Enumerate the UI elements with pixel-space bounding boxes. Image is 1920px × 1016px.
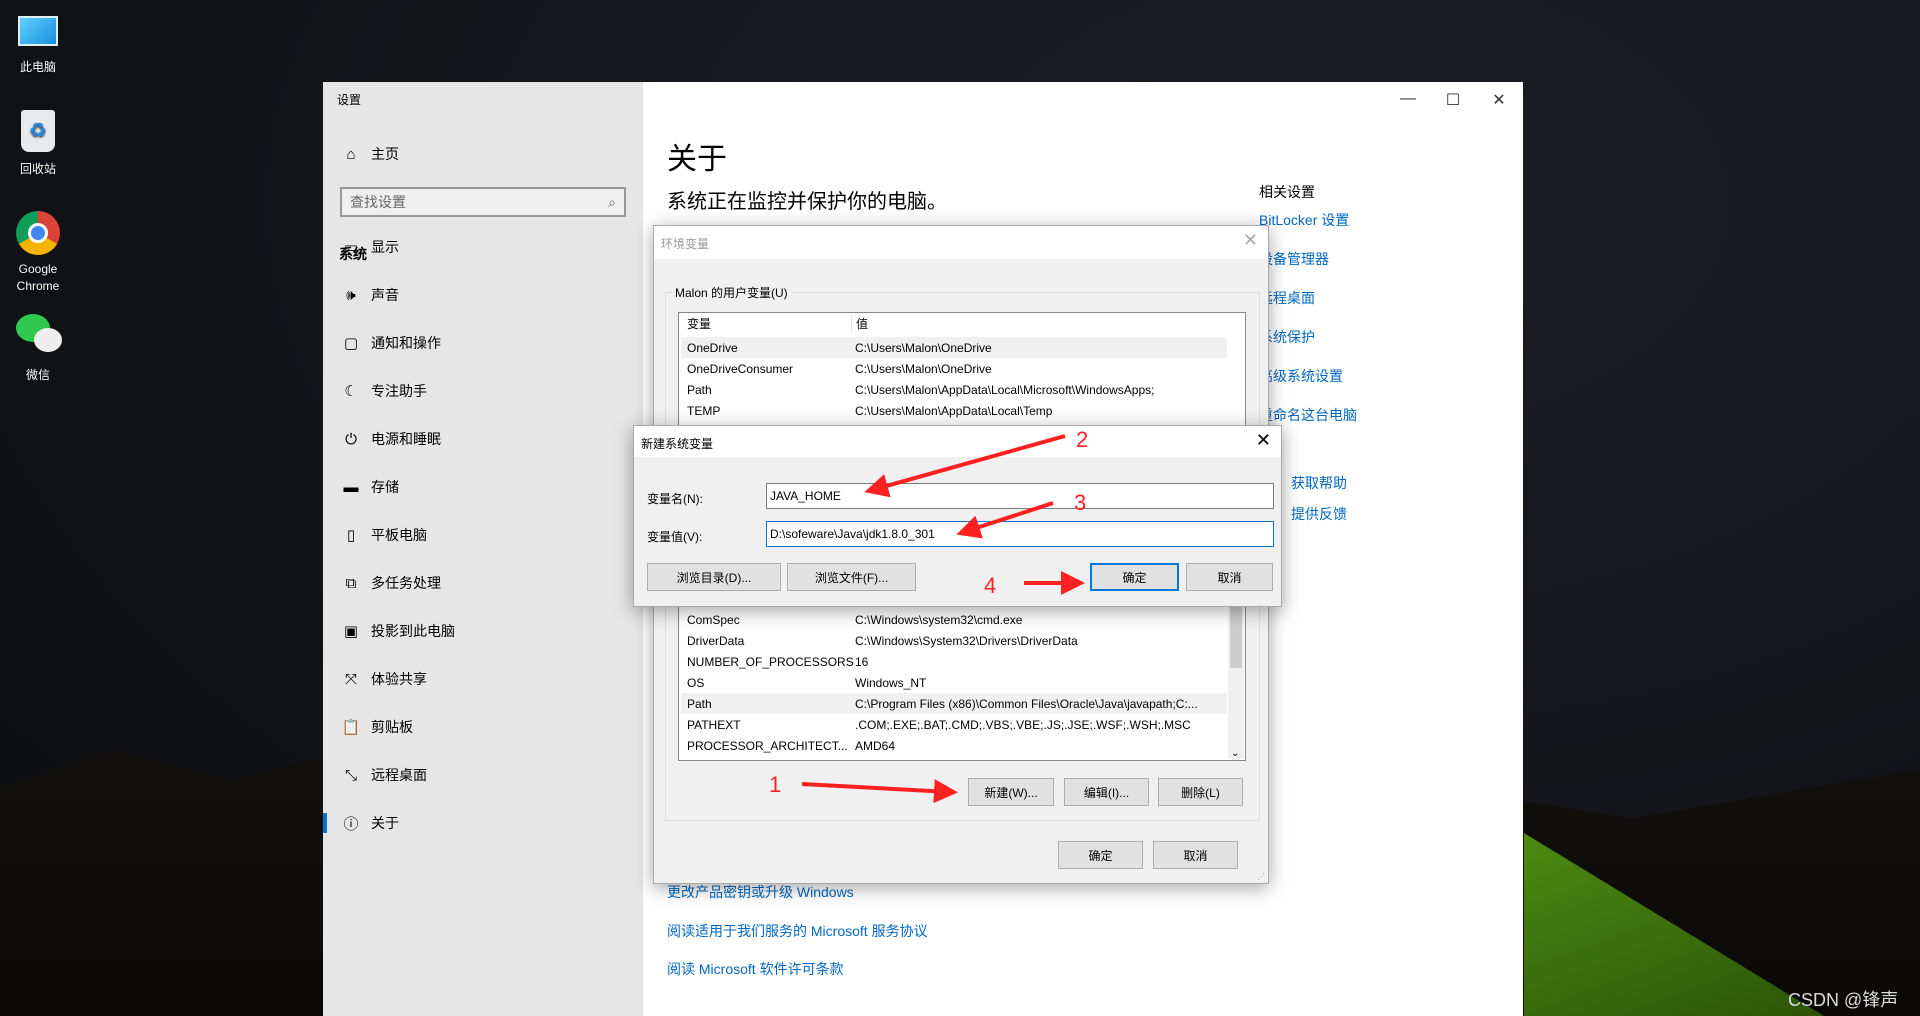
annotation-layer: 1 2 3 4 [769,427,1088,804]
step-number-4: 4 [984,573,996,598]
step-number-2: 2 [1076,427,1088,452]
step-number-1: 1 [769,772,781,797]
arrow-2 [864,434,1066,498]
arrow-3 [956,501,1054,539]
arrow-1 [801,779,958,804]
step-number-3: 3 [1074,490,1086,515]
